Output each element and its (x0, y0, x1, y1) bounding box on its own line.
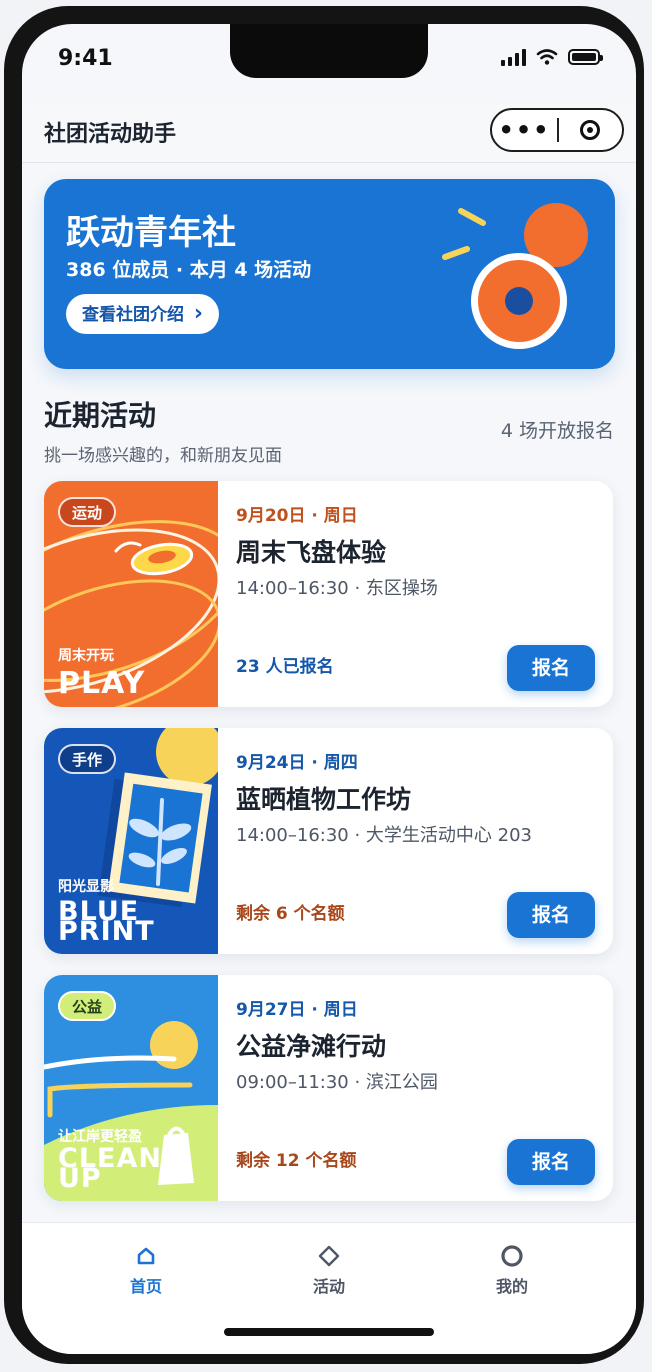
signal-icon (501, 48, 526, 66)
section-subtitle: 挑一场感兴趣的，和新朋友见面 (44, 446, 282, 466)
event-date: 9月27日 · 周日 (236, 1000, 358, 1020)
tab-home[interactable]: 首页 (86, 1243, 206, 1297)
open-registration-count: 4 场开放报名 (500, 420, 614, 442)
notch (230, 24, 428, 78)
club-stats: 386 位成员 · 本月 4 场活动 (66, 259, 312, 281)
art-headline: PLAY (58, 666, 146, 701)
event-cover-art: 手作 阳光显影 BLUE PRINT (44, 728, 218, 954)
target-icon (580, 120, 601, 140)
signup-button[interactable]: 报名 (507, 1139, 595, 1185)
battery-icon (568, 49, 603, 65)
event-time-location: 09:00–11:30 · 滨江公园 (236, 1072, 438, 1093)
diamond-icon (318, 1245, 340, 1267)
signup-button[interactable]: 报名 (507, 892, 595, 938)
frisbee-illustration (442, 203, 588, 349)
section-title: 近期活动 (44, 399, 157, 432)
view-club-intro-label: 查看社团介绍 (82, 305, 184, 325)
navigation-bar: 社团活动助手 ••• (22, 102, 636, 163)
event-card[interactable]: 公益 让江岸更轻盈 CLEAN UP 9月27日 · 周日 公益净滩行动 09:… (44, 975, 613, 1201)
event-date: 9月24日 · 周四 (236, 753, 358, 773)
event-card[interactable]: 手作 阳光显影 BLUE PRINT 9月24日 · 周四 蓝晒植物工作坊 14… (44, 728, 613, 954)
status-time: 9:41 (58, 46, 113, 71)
event-card[interactable]: 运动 周末开玩 PLAY 9月20日 · 周日 周末飞盘体验 14:00–16:… (44, 481, 613, 707)
home-indicator (224, 1328, 434, 1336)
signup-status: 剩余 6 个名额 (236, 904, 345, 924)
category-tag: 公益 (58, 991, 117, 1021)
event-date: 9月20日 · 周日 (236, 506, 358, 526)
club-banner: 跃动青年社 386 位成员 · 本月 4 场活动 查看社团介绍 › (44, 179, 615, 369)
miniprogram-capsule: ••• (490, 108, 624, 152)
tab-label: 我的 (495, 1277, 528, 1296)
home-icon (137, 1247, 155, 1265)
tab-profile[interactable]: 我的 (452, 1243, 572, 1297)
signup-status: 23 人已报名 (236, 657, 334, 677)
club-name: 跃动青年社 (66, 213, 236, 253)
category-tag: 运动 (58, 497, 117, 527)
wifi-icon (536, 49, 558, 65)
art-caption: 周末开玩 (58, 648, 114, 664)
tab-activities[interactable]: 活动 (269, 1243, 389, 1297)
art-headline-line-2: PRINT (58, 916, 155, 947)
screen: 9:41 社团活动助手 ••• 跃动青年社 386 位成员 · 本月 4 场活动… (22, 24, 636, 1354)
category-tag: 手作 (58, 744, 117, 774)
chevron-right-icon: › (193, 301, 203, 326)
profile-circle-icon (501, 1245, 523, 1267)
tab-label: 活动 (312, 1277, 345, 1296)
event-title: 蓝晒植物工作坊 (236, 785, 412, 814)
more-menu-button[interactable]: ••• (492, 110, 557, 150)
art-caption: 阳光显影 (58, 879, 114, 895)
event-title: 公益净滩行动 (236, 1032, 387, 1061)
phone-frame: 9:41 社团活动助手 ••• 跃动青年社 386 位成员 · 本月 4 场活动… (4, 6, 644, 1364)
view-club-intro-button[interactable]: 查看社团介绍 › (66, 294, 219, 334)
event-title: 周末飞盘体验 (236, 538, 387, 567)
page-title: 社团活动助手 (44, 122, 177, 147)
signup-status: 剩余 12 个名额 (236, 1151, 357, 1171)
event-time-location: 14:00–16:30 · 东区操场 (236, 578, 438, 599)
tab-label: 首页 (129, 1277, 162, 1296)
close-miniprogram-button[interactable] (559, 120, 622, 140)
art-headline-line-2: UP (58, 1163, 102, 1194)
event-cover-art: 公益 让江岸更轻盈 CLEAN UP (44, 975, 218, 1201)
event-time-location: 14:00–16:30 · 大学生活动中心 203 (236, 825, 532, 846)
signup-button[interactable]: 报名 (507, 645, 595, 691)
event-cover-art: 运动 周末开玩 PLAY (44, 481, 218, 707)
status-icons (501, 48, 603, 66)
